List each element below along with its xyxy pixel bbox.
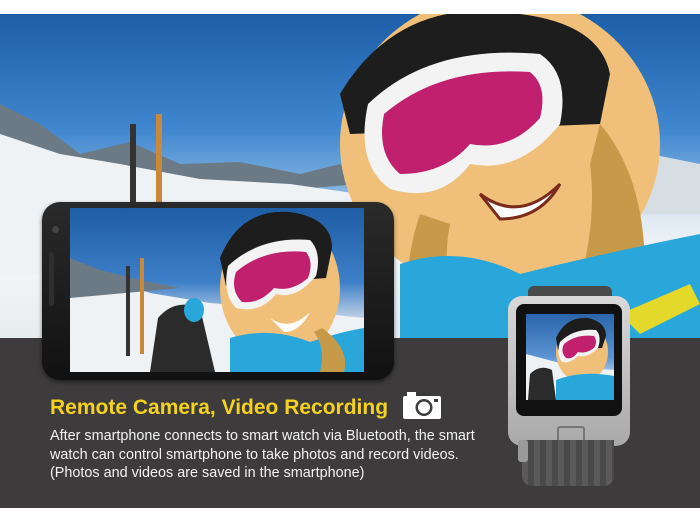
phone-home-button xyxy=(49,252,54,306)
watch-strap-bottom xyxy=(522,440,614,486)
watch-screen-photo xyxy=(526,317,614,400)
feature-description: After smartphone connects to smart watch… xyxy=(50,428,475,481)
phone-screen xyxy=(70,208,364,372)
phone-screen-photo xyxy=(70,211,364,372)
watch-crown xyxy=(518,440,528,462)
phone-camera-lens xyxy=(52,226,59,233)
watch-screen xyxy=(526,314,614,400)
feature-title: Remote Camera, Video Recording xyxy=(50,396,389,419)
bottom-margin xyxy=(0,508,700,525)
camera-icon xyxy=(403,392,441,419)
